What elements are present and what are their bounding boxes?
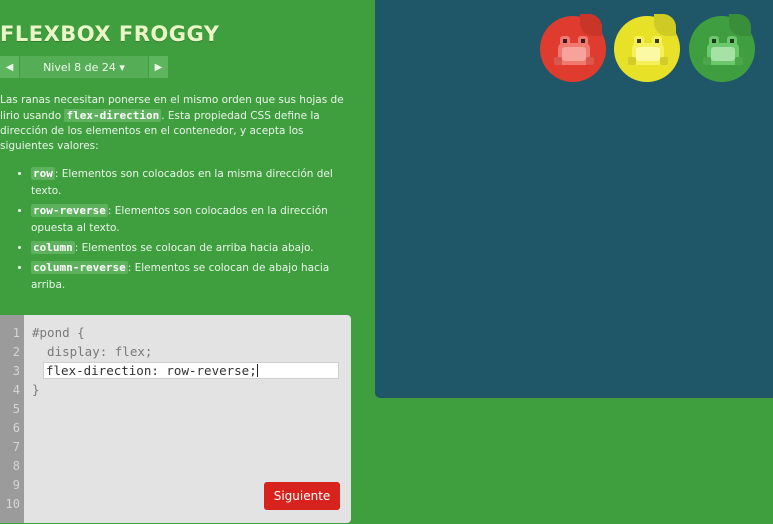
- line-number: 4: [12, 383, 20, 397]
- line-number: 6: [12, 421, 20, 435]
- list-item: column: Elementos se colocan de arriba h…: [31, 239, 350, 257]
- green-frog-icon: [703, 36, 743, 65]
- line-number: 3: [12, 364, 20, 378]
- level-navigation: ◀ Nivel 8 de 24 ▾ ▶: [0, 56, 168, 78]
- yellow-lilypad: [614, 14, 680, 82]
- level-selector[interactable]: Nivel 8 de 24 ▾: [20, 56, 148, 78]
- red-frog-icon: [554, 36, 594, 65]
- code-input-value: flex-direction: row-reverse;: [46, 363, 257, 378]
- value-code: column-reverse: [31, 261, 128, 274]
- instructions: Las ranas necesitan ponerse en el mismo …: [0, 93, 350, 296]
- red-lilypad: [540, 14, 606, 82]
- line-number: 7: [12, 440, 20, 454]
- arrow-left-icon: ◀: [5, 61, 14, 73]
- property-code: flex-direction: [64, 109, 162, 122]
- value-description: : Elementos se colocan de arriba hacia a…: [74, 242, 314, 254]
- code-line-display: display: flex;: [32, 344, 153, 359]
- value-code: row-reverse: [31, 204, 108, 217]
- yellow-frog-icon: [628, 36, 668, 65]
- values-list: row: Elementos son colocados en la misma…: [0, 165, 350, 294]
- code-line-closing-brace: }: [32, 382, 40, 397]
- line-number: 2: [12, 345, 20, 359]
- line-number: 5: [12, 402, 20, 416]
- text-cursor: [256, 364, 258, 377]
- list-item: column-reverse: Elementos se colocan de …: [31, 259, 350, 294]
- line-number-gutter: 1 2 3 4 5 6 7 8 9 10: [0, 315, 24, 523]
- next-level-button[interactable]: ▶: [149, 56, 168, 78]
- previous-level-button[interactable]: ◀: [0, 56, 19, 78]
- line-number: 8: [12, 459, 20, 473]
- list-item: row-reverse: Elementos son colocados en …: [31, 202, 350, 237]
- value-code: column: [31, 241, 75, 254]
- level-label: Nivel 8 de 24 ▾: [43, 60, 125, 74]
- value-code: row: [31, 167, 55, 180]
- line-number: 10: [5, 497, 20, 511]
- list-item: row: Elementos son colocados en la misma…: [31, 165, 350, 200]
- game-title: FLEXBOX FROGGY: [0, 22, 220, 46]
- next-button[interactable]: Siguiente: [264, 482, 340, 510]
- code-line-selector: #pond {: [32, 325, 85, 340]
- value-description: : Elementos son colocados en la misma di…: [31, 168, 333, 197]
- sidebar: FLEXBOX FROGGY ◀ Nivel 8 de 24 ▾ ▶ Las r…: [0, 0, 352, 524]
- arrow-right-icon: ▶: [154, 61, 163, 73]
- line-number: 9: [12, 478, 20, 492]
- css-code-input[interactable]: flex-direction: row-reverse;: [43, 362, 339, 379]
- pond: [375, 0, 773, 398]
- instructions-intro: Las ranas necesitan ponerse en el mismo …: [0, 93, 350, 154]
- green-lilypad: [689, 14, 755, 82]
- line-number: 1: [12, 326, 20, 340]
- code-editor: 1 2 3 4 5 6 7 8 9 10 #pond { display: fl…: [0, 315, 351, 523]
